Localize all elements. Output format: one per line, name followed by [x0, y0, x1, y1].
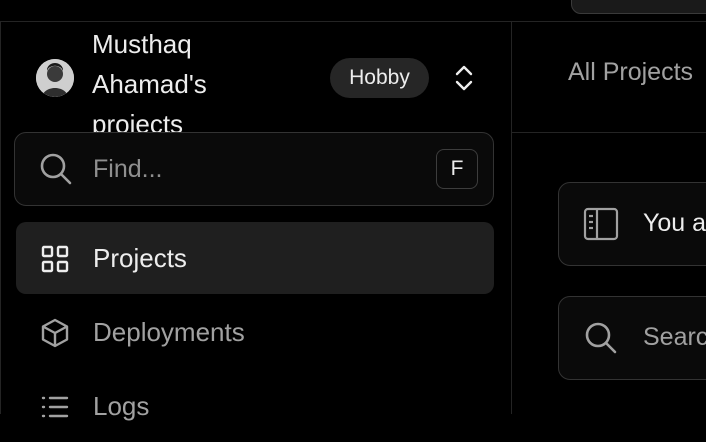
cube-icon	[40, 318, 70, 348]
notice-card: You a	[558, 182, 706, 266]
avatar	[36, 59, 74, 97]
tab-all-projects[interactable]: All Projects	[568, 58, 693, 87]
book-icon	[583, 207, 619, 241]
top-bar	[0, 0, 706, 22]
main-header: All Projects	[512, 22, 706, 133]
list-icon	[40, 392, 70, 422]
nav-item-label: Logs	[93, 391, 150, 421]
top-bar-control[interactable]	[571, 0, 706, 14]
notice-text: You a	[643, 209, 706, 237]
keyboard-shortcut-badge: F	[436, 149, 478, 189]
grid-icon	[40, 244, 70, 274]
nav-item-logs[interactable]: Logs	[16, 370, 494, 442]
nav-item-projects[interactable]: Projects	[16, 222, 494, 294]
nav-item-deployments[interactable]: Deployments	[16, 296, 494, 368]
search-icon	[583, 321, 619, 355]
projects-search-placeholder: Searc	[643, 323, 706, 351]
chevron-up-down-icon[interactable]	[452, 64, 476, 92]
nav-item-label: Projects	[93, 243, 187, 273]
projects-search[interactable]: Searc	[558, 296, 706, 380]
team-name: Musthaq Ahamad's projects	[92, 29, 207, 139]
team-switcher[interactable]: Musthaq Ahamad's projects Hobby	[34, 26, 494, 139]
plan-badge: Hobby	[330, 58, 429, 98]
nav-item-label: Deployments	[93, 317, 245, 347]
search-input[interactable]	[93, 147, 413, 191]
search-icon	[39, 152, 73, 186]
sidebar-search[interactable]: F	[14, 132, 494, 206]
